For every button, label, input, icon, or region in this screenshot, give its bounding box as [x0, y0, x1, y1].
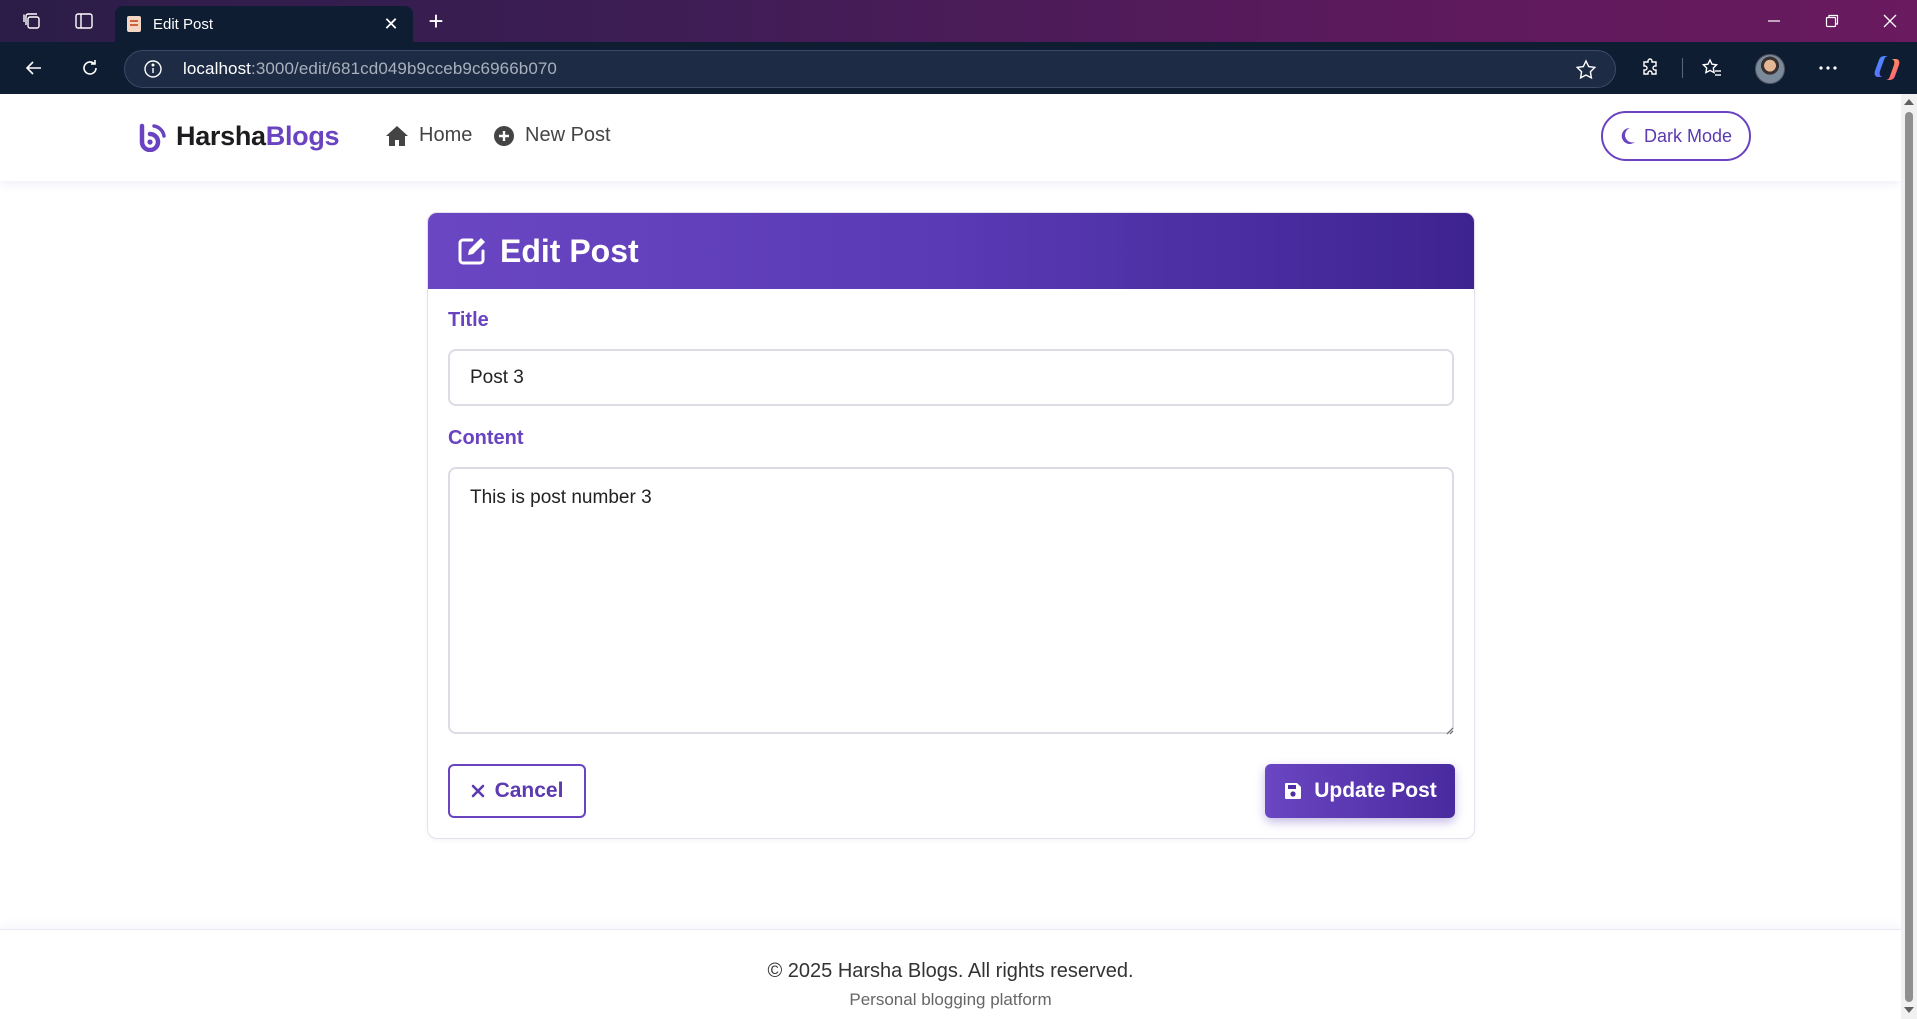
- tab-close-icon[interactable]: ✕: [381, 14, 401, 35]
- extensions-icon[interactable]: [1637, 54, 1665, 82]
- workspaces-icon[interactable]: [20, 9, 44, 33]
- back-arrow-icon[interactable]: [20, 54, 48, 82]
- plus-circle-icon: [494, 125, 514, 146]
- brand-logo[interactable]: HarshaBlogs: [138, 120, 340, 152]
- footer-tagline: Personal blogging platform: [849, 990, 1052, 1009]
- moon-icon: [1621, 127, 1635, 144]
- title-label: Title: [448, 309, 489, 331]
- nav-home-label: Home: [419, 124, 473, 146]
- page-viewport: HarshaBlogs Home New Post Dark Mode Edit…: [0, 94, 1901, 1019]
- home-icon: [386, 125, 408, 146]
- new-tab-button[interactable]: +: [422, 7, 450, 35]
- copilot-icon[interactable]: [1872, 53, 1902, 83]
- footer-copyright: © 2025 Harsha Blogs. All rights reserved…: [767, 960, 1134, 982]
- browser-titlebar: Edit Post ✕ +: [0, 0, 1917, 42]
- blog-logo-icon: [139, 123, 166, 152]
- favorites-icon[interactable]: [1698, 54, 1726, 82]
- update-post-button[interactable]: Update Post: [1265, 764, 1455, 818]
- page-favicon-icon: [127, 16, 141, 32]
- close-window-icon[interactable]: [1868, 8, 1912, 34]
- restore-icon[interactable]: [1810, 8, 1854, 34]
- brand-main: Harsha: [176, 120, 266, 151]
- page-title: Edit Post: [500, 232, 639, 269]
- url-text[interactable]: localhost:3000/edit/681cd049b9cceb9c6966…: [183, 59, 557, 79]
- title-input[interactable]: [448, 349, 1454, 406]
- url-path: :3000/edit/681cd049b9cceb9c6966b070: [251, 59, 557, 78]
- scroll-down-arrow-icon[interactable]: [1904, 1007, 1914, 1013]
- scroll-up-arrow-icon[interactable]: [1904, 99, 1914, 105]
- nav-new-post-label: New Post: [525, 124, 611, 146]
- cancel-label: Cancel: [494, 779, 564, 802]
- content-textarea[interactable]: This is post number 3: [448, 467, 1454, 734]
- scrollbar-thumb[interactable]: [1905, 112, 1913, 1002]
- reload-icon[interactable]: [76, 54, 104, 82]
- edit-post-card: Edit Post Title Content This is post num…: [427, 212, 1475, 839]
- minimize-icon[interactable]: [1752, 8, 1796, 34]
- tab-title: Edit Post: [153, 15, 214, 33]
- dark-mode-label: Dark Mode: [1643, 125, 1733, 146]
- site-info-icon[interactable]: [143, 59, 163, 79]
- vertical-tabs-icon[interactable]: [72, 9, 96, 33]
- nav-new-post-link[interactable]: New Post: [493, 124, 611, 147]
- site-header: HarshaBlogs Home New Post Dark Mode: [0, 94, 1901, 181]
- brand-name: HarshaBlogs: [176, 120, 340, 152]
- url-host: localhost: [183, 59, 251, 78]
- edit-post-header: Edit Post: [428, 213, 1474, 289]
- close-icon: [471, 784, 484, 798]
- brand-accent: Blogs: [265, 120, 340, 151]
- update-label: Update Post: [1314, 779, 1437, 802]
- edit-icon: [458, 238, 485, 265]
- save-icon: [1285, 783, 1302, 799]
- nav-home-link[interactable]: Home: [385, 124, 472, 147]
- cancel-button[interactable]: Cancel: [448, 764, 586, 818]
- dark-mode-toggle[interactable]: Dark Mode: [1601, 111, 1751, 161]
- resize-grip-icon[interactable]: [1444, 725, 1454, 735]
- toolbar-separator: [1682, 58, 1683, 78]
- more-options-icon[interactable]: [1814, 54, 1842, 82]
- browser-tab-active[interactable]: Edit Post ✕: [115, 6, 413, 42]
- site-footer: © 2025 Harsha Blogs. All rights reserved…: [0, 929, 1901, 1019]
- content-label: Content: [448, 427, 524, 449]
- address-bar[interactable]: localhost:3000/edit/681cd049b9cceb9c6966…: [124, 50, 1616, 88]
- browser-toolbar: localhost:3000/edit/681cd049b9cceb9c6966…: [0, 42, 1917, 94]
- page-scrollbar[interactable]: [1901, 94, 1917, 1019]
- favorite-star-icon[interactable]: [1575, 59, 1597, 86]
- profile-avatar[interactable]: [1755, 54, 1785, 84]
